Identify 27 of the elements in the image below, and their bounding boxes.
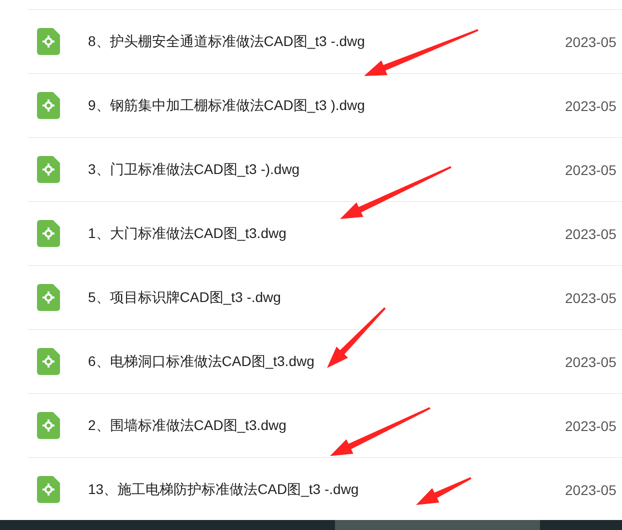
cad-file-icon (37, 92, 60, 119)
file-name[interactable]: 5、项目标识牌CAD图_t3 -.dwg (88, 288, 565, 306)
file-name[interactable]: 6、电梯洞口标准做法CAD图_t3.dwg (88, 352, 565, 370)
file-date: 2023-05 (565, 482, 618, 498)
file-name[interactable]: 8、护头棚安全通道标准做法CAD图_t3 -.dwg (88, 32, 565, 50)
file-date: 2023-05 (565, 290, 618, 306)
cad-file-icon (37, 28, 60, 55)
cad-file-icon (37, 348, 60, 375)
file-name[interactable]: 9、钢筋集中加工棚标准做法CAD图_t3 ).dwg (88, 96, 565, 114)
annotation-arrow (416, 477, 472, 505)
cad-file-icon (37, 156, 60, 183)
file-date: 2023-05 (565, 354, 618, 370)
file-name[interactable]: 13、施工电梯防护标准做法CAD图_t3 -.dwg (88, 480, 565, 498)
file-date: 2023-05 (565, 418, 618, 434)
annotation-arrow (327, 307, 386, 368)
file-date: 2023-05 (565, 162, 618, 178)
file-name[interactable]: 1、大门标准做法CAD图_t3.dwg (88, 224, 565, 242)
taskbar-item[interactable] (335, 520, 540, 530)
cad-file-icon (37, 412, 60, 439)
cad-file-icon (37, 220, 60, 247)
file-date: 2023-05 (565, 98, 618, 114)
cad-file-icon (37, 476, 60, 503)
cad-file-icon (37, 284, 60, 311)
file-name[interactable]: 2、围墙标准做法CAD图_t3.dwg (88, 416, 565, 434)
file-date: 2023-05 (565, 226, 618, 242)
file-name[interactable]: 3、门卫标准做法CAD图_t3 -).dwg (88, 160, 565, 178)
file-date: 2023-05 (565, 34, 618, 50)
